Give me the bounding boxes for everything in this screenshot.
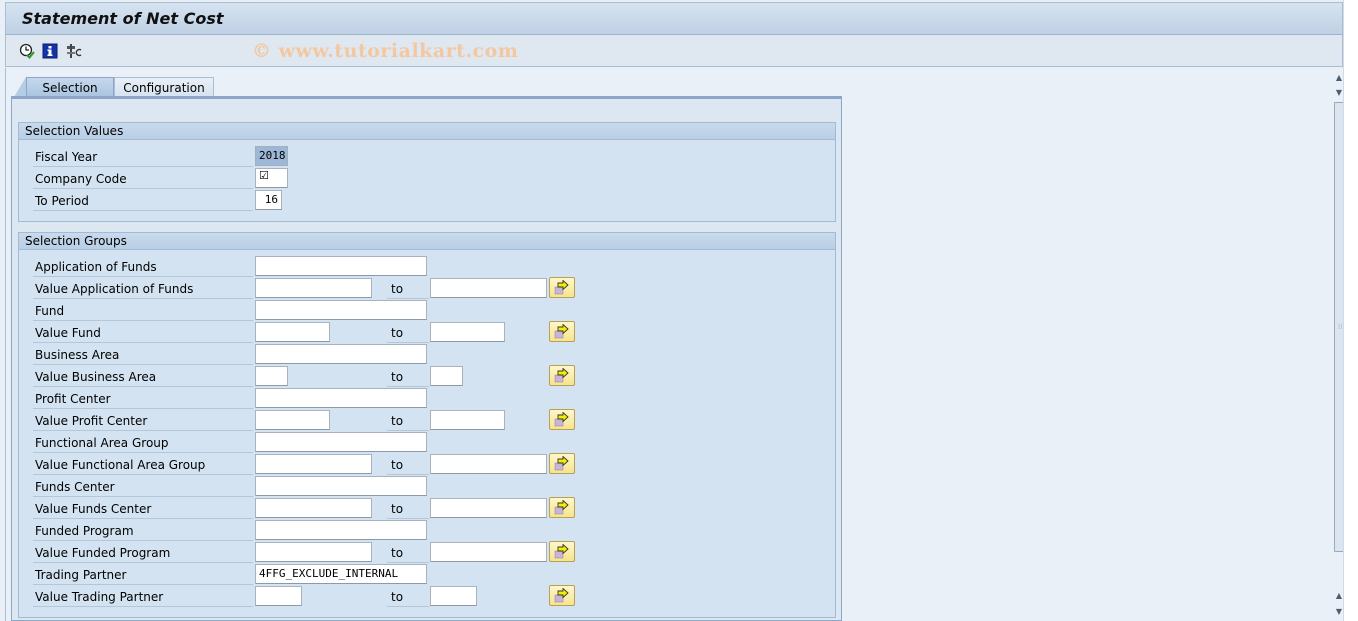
tab-selection[interactable]: Selection — [14, 77, 114, 97]
selection-groups-header: Selection Groups — [19, 233, 835, 250]
info-icon[interactable] — [41, 42, 59, 60]
multiple-selection-button[interactable] — [549, 497, 575, 518]
to-label: to — [387, 454, 429, 475]
multiple-selection-button[interactable] — [549, 409, 575, 430]
main-content: Selection Configuration Selection Values… — [5, 68, 1347, 621]
to-input[interactable] — [430, 366, 463, 386]
company-code-field[interactable]: ☑ — [255, 168, 288, 188]
from-input[interactable] — [255, 586, 302, 606]
from-input[interactable] — [255, 278, 372, 298]
field-input[interactable] — [255, 344, 427, 364]
field-label: Value Profit Center — [33, 410, 253, 431]
field-label: Value Functional Area Group — [33, 454, 253, 475]
field-label: Trading Partner — [33, 564, 253, 585]
from-input[interactable] — [255, 498, 372, 518]
to-input[interactable] — [430, 586, 477, 606]
field-input[interactable] — [255, 300, 427, 320]
page-title: Statement of Net Cost — [22, 9, 224, 28]
field-label: Functional Area Group — [33, 432, 253, 453]
multiple-selection-button[interactable] — [549, 541, 575, 562]
to-label: to — [387, 542, 429, 563]
field-label: Value Fund — [33, 322, 253, 343]
field-input[interactable] — [255, 476, 427, 496]
company-code-label: Company Code — [33, 168, 253, 189]
multiple-selection-arrow-icon — [554, 456, 569, 471]
to-period-field[interactable]: 16 — [255, 190, 282, 210]
to-input[interactable] — [430, 454, 547, 474]
field-label: Fund — [33, 300, 253, 321]
title-bar: Statement of Net Cost — [5, 2, 1343, 35]
to-input[interactable] — [430, 542, 547, 562]
selection-values-group: Selection Values Fiscal Year 2018 Compan… — [18, 122, 836, 222]
multiple-selection-button[interactable] — [549, 277, 575, 298]
selection-tab-panel: Selection Values Fiscal Year 2018 Compan… — [11, 96, 842, 621]
fiscal-year-label: Fiscal Year — [33, 146, 253, 167]
multiple-selection-arrow-icon — [554, 588, 569, 603]
selection-values-header: Selection Values — [19, 123, 835, 140]
tab-configuration[interactable]: Configuration — [114, 77, 214, 97]
multiple-selection-arrow-icon — [554, 544, 569, 559]
watermark-text: © www.tutorialkart.com — [252, 40, 519, 62]
from-input[interactable] — [255, 410, 330, 430]
grip-icon: ⁞⁞ — [1338, 323, 1343, 331]
multiple-selection-button[interactable] — [549, 321, 575, 342]
from-input[interactable] — [255, 454, 372, 474]
to-label: to — [387, 322, 429, 343]
multiple-selection-button[interactable] — [549, 453, 575, 474]
to-label: to — [387, 498, 429, 519]
to-input[interactable] — [430, 498, 547, 518]
multiple-selection-arrow-icon — [554, 280, 569, 295]
field-label: Funds Center — [33, 476, 253, 497]
field-input[interactable]: 4FFG_EXCLUDE_INTERNAL — [255, 564, 427, 584]
multiple-selection-button[interactable] — [549, 365, 575, 386]
execute-clock-icon[interactable] — [18, 42, 36, 60]
program-variants-icon[interactable] — [65, 42, 83, 60]
field-label: Value Business Area — [33, 366, 253, 387]
to-input[interactable] — [430, 410, 505, 430]
field-label: Funded Program — [33, 520, 253, 541]
application-toolbar: © www.tutorialkart.com — [5, 35, 1343, 67]
multiple-selection-button[interactable] — [549, 585, 575, 606]
multiple-selection-arrow-icon — [554, 412, 569, 427]
field-input[interactable] — [255, 388, 427, 408]
multiple-selection-arrow-icon — [554, 368, 569, 383]
from-input[interactable] — [255, 542, 372, 562]
selection-groups-group: Selection Groups Application of Funds Val… — [18, 232, 836, 618]
to-label: to — [387, 278, 429, 299]
field-label: Value Application of Funds — [33, 278, 253, 299]
to-input[interactable] — [430, 278, 547, 298]
multiple-selection-arrow-icon — [554, 324, 569, 339]
field-label: Value Funded Program — [33, 542, 253, 563]
field-input[interactable] — [255, 432, 427, 452]
to-label: to — [387, 586, 429, 607]
field-label: Value Funds Center — [33, 498, 253, 519]
fiscal-year-field[interactable]: 2018 — [255, 146, 288, 166]
field-label: Profit Center — [33, 388, 253, 409]
multiple-selection-arrow-icon — [554, 500, 569, 515]
to-input[interactable] — [430, 322, 505, 342]
field-label: Business Area — [33, 344, 253, 365]
field-label: Application of Funds — [33, 256, 253, 277]
window-edge — [1343, 0, 1358, 621]
to-period-label: To Period — [33, 190, 253, 211]
field-input[interactable] — [255, 256, 427, 276]
to-label: to — [387, 366, 429, 387]
field-label: Value Trading Partner — [33, 586, 253, 607]
to-label: to — [387, 410, 429, 431]
from-input[interactable] — [255, 366, 288, 386]
from-input[interactable] — [255, 322, 330, 342]
field-input[interactable] — [255, 520, 427, 540]
